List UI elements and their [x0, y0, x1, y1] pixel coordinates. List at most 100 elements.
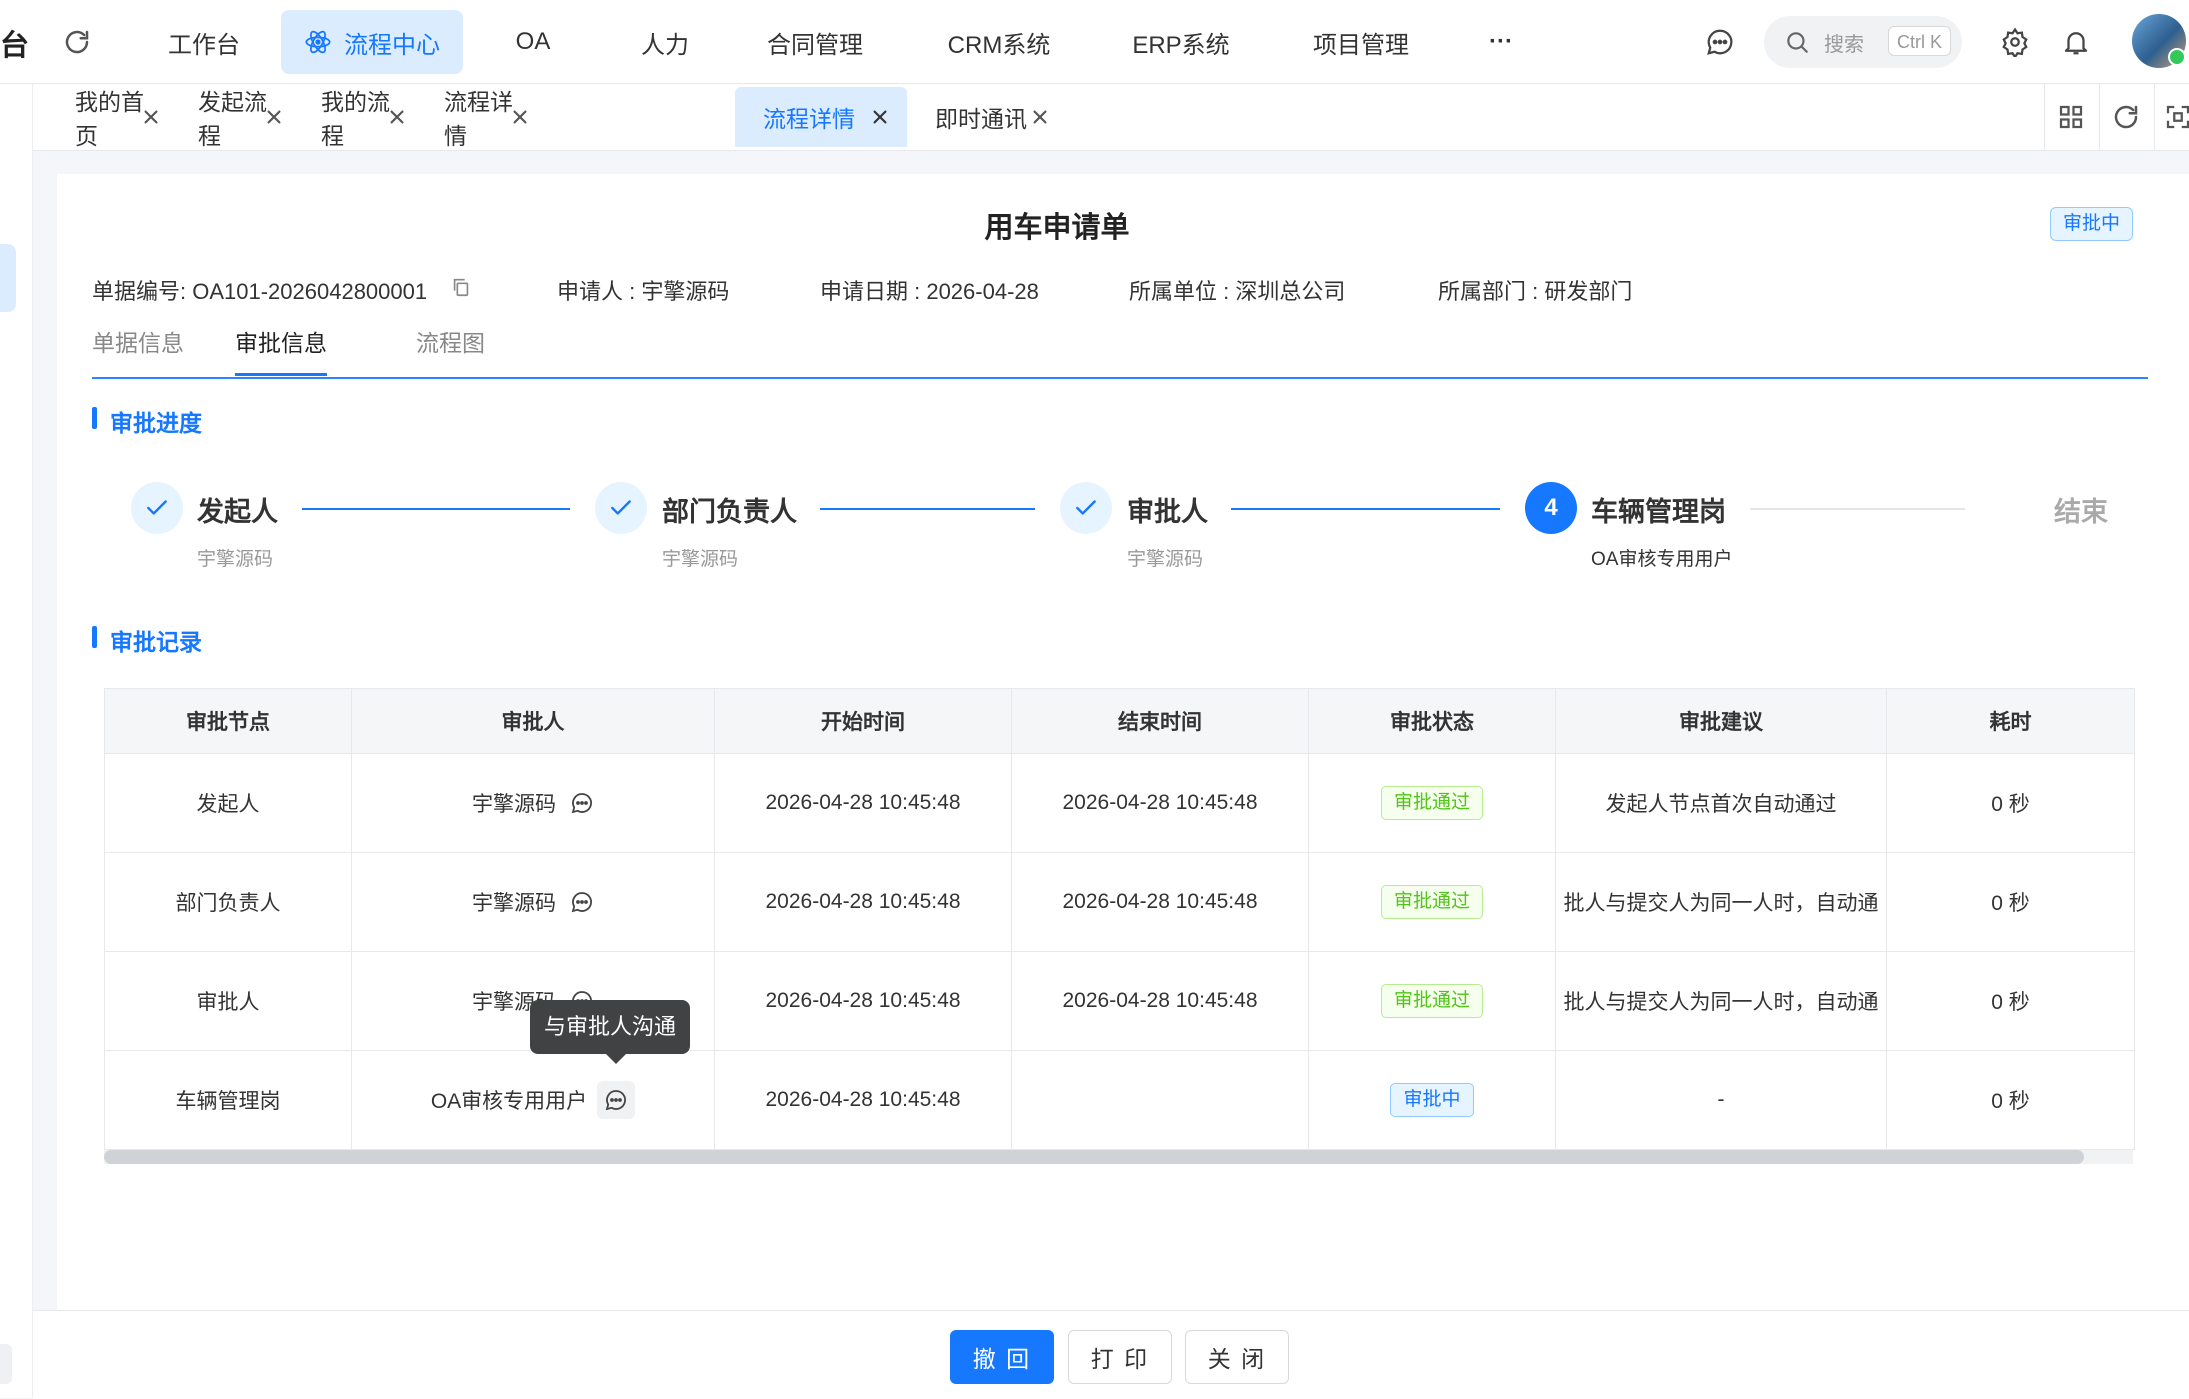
search-icon	[1787, 32, 1808, 53]
close-icon[interactable]	[1027, 104, 1053, 130]
nav-item-crm[interactable]: CRM系统	[929, 10, 1069, 74]
nav-label: 流程中心	[344, 31, 440, 59]
column-header: 审批状态	[1309, 689, 1556, 753]
nav-item-contract[interactable]: 合同管理	[745, 10, 885, 74]
cell-node: 审批人	[105, 952, 352, 1050]
nav-item-project[interactable]: 项目管理	[1291, 10, 1431, 74]
nav-item-oa[interactable]: OA	[483, 10, 583, 74]
table-header-row: 审批节点 审批人 开始时间 结束时间 审批状态 审批建议 耗时	[105, 689, 2134, 754]
status-badge: 审批通过	[1380, 786, 1483, 820]
print-button[interactable]: 打 印	[1068, 1330, 1172, 1384]
status-badge: 审批通过	[1380, 984, 1483, 1018]
toolbar-divider	[2099, 84, 2100, 150]
step-title: 部门负责人	[662, 497, 797, 527]
approval-detail-card: 用车申请单 审批中 单据编号: OA101-2026042800001 申请人 …	[57, 174, 2189, 1310]
cell-node: 发起人	[105, 754, 352, 852]
cell-advice: 批人与提交人为同一人时，自动通	[1556, 952, 1887, 1050]
chat-icon[interactable]	[570, 890, 594, 914]
nav-item-hr[interactable]: 人力	[617, 10, 713, 74]
table-row: 部门负责人 宇擎源码 2026-04-28 10:45:48 2026-04-2…	[105, 853, 2134, 952]
tab-label: 流程详情	[763, 106, 855, 132]
step-title: 审批人	[1127, 497, 1208, 527]
tab-instant-message[interactable]: 即时通讯	[907, 87, 1107, 147]
cell-node: 部门负责人	[105, 853, 352, 951]
close-button[interactable]: 关 闭	[1185, 1330, 1289, 1384]
tab-process-detail[interactable]: 流程详情	[402, 87, 527, 149]
nav-label: OA	[515, 28, 551, 55]
cell-approver: OA审核专用用户	[352, 1051, 715, 1149]
cell-status: 审批通过	[1309, 952, 1556, 1050]
avatar[interactable]	[2132, 14, 2186, 68]
online-status-dot	[2168, 48, 2186, 66]
grid-icon[interactable]	[2056, 102, 2086, 132]
chat-icon[interactable]	[570, 791, 594, 815]
doc-dept: 所属部门 : 研发部门	[1438, 279, 1633, 304]
status-badge: 审批中	[2050, 207, 2134, 241]
step-current-number: 4	[1525, 482, 1577, 534]
nav-label: ···	[1489, 28, 1513, 55]
section-title-progress: 审批进度	[92, 404, 202, 438]
check-icon	[147, 500, 167, 515]
nav-item-workbench[interactable]: 工作台	[140, 10, 268, 74]
step-connector	[302, 508, 570, 510]
chat-icon	[605, 1090, 627, 1111]
cell-duration: 0 秒	[1991, 991, 2030, 1014]
tab-start-process[interactable]: 发起流程	[156, 87, 281, 149]
cell-advice: -	[1556, 1051, 1887, 1149]
subtabs-divider	[92, 377, 2148, 379]
step-connector	[1231, 508, 1500, 510]
copy-icon[interactable]	[450, 276, 472, 298]
step-desc: OA审核专用用户	[1591, 549, 1733, 570]
cell-start-time: 2026-04-28 10:45:48	[715, 952, 1012, 1050]
refresh-icon[interactable]	[62, 27, 92, 57]
tab-my-process[interactable]: 我的流程	[279, 87, 404, 149]
nav-item-process-center[interactable]: 流程中心	[281, 10, 463, 74]
approval-records-table: 审批节点 审批人 开始时间 结束时间 审批状态 审批建议 耗时 发起人 宇擎源码…	[104, 688, 2135, 1150]
cell-node: 车辆管理岗	[105, 1051, 352, 1149]
scrollbar-thumb[interactable]	[104, 1150, 2084, 1164]
column-header: 审批节点	[105, 689, 352, 753]
cell-duration: 0 秒	[1991, 892, 2030, 915]
fullscreen-icon[interactable]	[2163, 102, 2189, 132]
approver-name: 宇擎源码	[472, 793, 556, 816]
close-icon[interactable]	[507, 104, 533, 130]
more-icon[interactable]: ···	[1471, 10, 1531, 74]
sidebar-bottom-handle[interactable]	[0, 1344, 12, 1384]
sidebar-active-marker[interactable]	[0, 244, 16, 312]
refresh-icon[interactable]	[2111, 102, 2141, 132]
main-nav: 工作台 流程中心 OA 人力 合同管理 CRM系统 ERP系统 项目管理 ···	[140, 10, 1531, 74]
subtab-doc-info[interactable]: 单据信息	[92, 324, 184, 358]
recall-button[interactable]: 撤 回	[950, 1330, 1054, 1384]
message-icon[interactable]	[1705, 27, 1735, 57]
subtab-flow-chart[interactable]: 流程图	[416, 324, 485, 358]
section-title-records: 审批记录	[92, 623, 202, 657]
column-header: 审批人	[352, 689, 715, 753]
cell-approver: 宇擎源码	[352, 853, 715, 951]
doc-unit: 所属单位 : 深圳总公司	[1129, 279, 1346, 304]
column-header: 开始时间	[715, 689, 1012, 753]
search-placeholder: 搜索	[1824, 34, 1864, 56]
cell-advice: 发起人节点首次自动通过	[1556, 754, 1887, 852]
step-title: 车辆管理岗	[1591, 497, 1726, 527]
step-done-icon	[1060, 482, 1112, 534]
search-input[interactable]: 搜索 Ctrl K	[1764, 16, 1962, 68]
tab-home[interactable]: 我的首页	[33, 87, 158, 149]
nav-label: CRM系统	[947, 31, 1051, 59]
subtab-approval-info[interactable]: 审批信息	[235, 324, 327, 358]
doc-applicant: 申请人 : 宇擎源码	[557, 279, 730, 304]
check-icon	[1076, 500, 1096, 515]
nav-item-erp[interactable]: ERP系统	[1111, 10, 1251, 74]
gear-icon[interactable]	[2000, 27, 2030, 57]
chat-button-hovered[interactable]	[597, 1081, 636, 1119]
cell-duration: 0 秒	[1991, 793, 2030, 816]
tab-process-detail-active[interactable]: 流程详情	[735, 87, 907, 147]
table-horizontal-scrollbar[interactable]	[104, 1150, 2133, 1164]
nav-label: 人力	[641, 31, 689, 59]
cell-end-time: 2026-04-28 10:45:48	[1012, 853, 1309, 951]
approver-name: 宇擎源码	[472, 892, 556, 915]
close-icon[interactable]	[867, 104, 893, 130]
step-connector	[1750, 508, 1965, 510]
bell-icon[interactable]	[2061, 27, 2091, 57]
step-desc: 宇擎源码	[197, 549, 274, 570]
toolbar-divider	[2044, 84, 2045, 150]
